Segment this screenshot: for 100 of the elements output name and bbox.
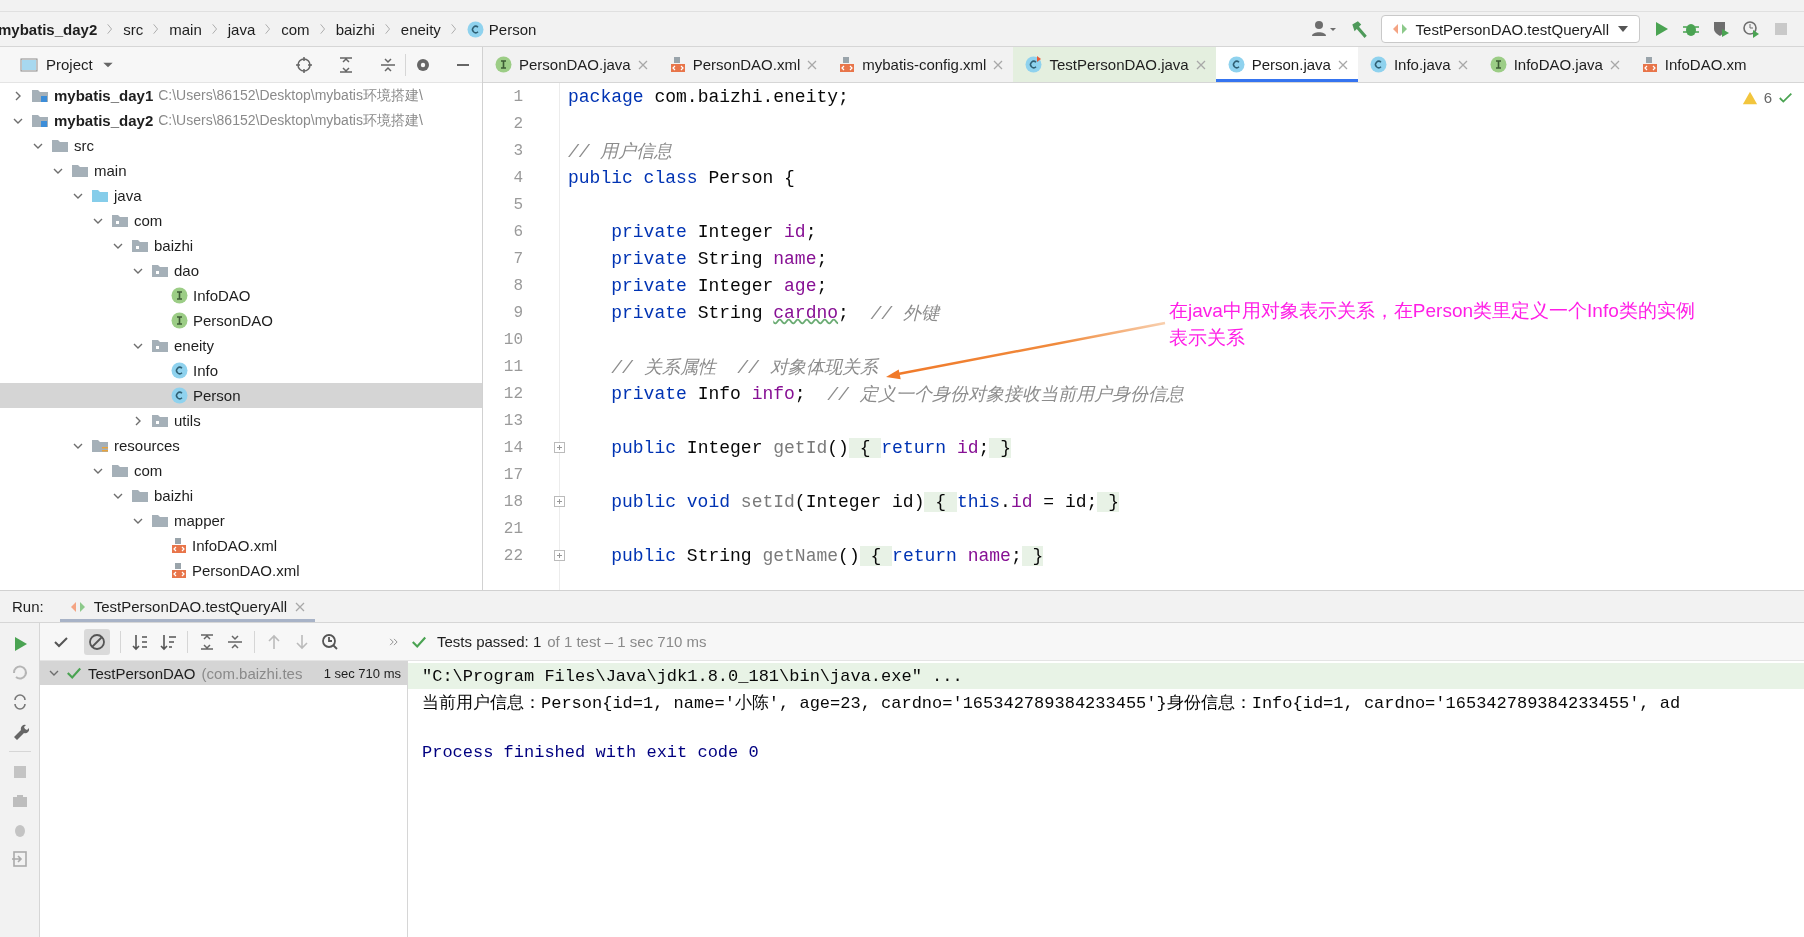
interface-icon — [171, 312, 188, 329]
run-configuration-dropdown[interactable]: TestPersonDAO.testQueryAll — [1380, 15, 1640, 43]
line-number: 22 — [502, 546, 523, 565]
line-number: 13 — [502, 411, 523, 430]
expand-all-icon[interactable] — [337, 55, 355, 74]
tree-item[interactable]: dao — [0, 258, 482, 283]
tree-item[interactable]: src — [0, 133, 482, 158]
passed-check-icon — [66, 665, 82, 681]
tree-item[interactable]: PersonDAO — [0, 308, 482, 333]
line-number: 3 — [512, 141, 523, 160]
line-number: 2 — [512, 114, 523, 133]
target-icon[interactable] — [295, 55, 313, 74]
breadcrumb-item[interactable]: Person — [466, 20, 537, 38]
test-config-icon — [1391, 22, 1408, 36]
breadcrumb-item[interactable]: com — [281, 20, 310, 38]
folder-icon — [131, 488, 149, 503]
code-line: private Integer age; — [610, 274, 828, 298]
tree-item[interactable]: PersonDAO.xml — [0, 558, 482, 583]
code-line: private Info info; // 定义一个身份对象接收当前用户身份信息 — [610, 382, 1184, 407]
sort-duration-icon[interactable] — [159, 632, 177, 651]
ignore-toggle[interactable] — [84, 628, 110, 655]
clock-icon[interactable] — [1742, 20, 1760, 38]
xml-file-icon — [839, 56, 856, 73]
tree-item[interactable]: main — [0, 158, 482, 183]
breadcrumb-item[interactable]: baizhi — [335, 20, 375, 38]
tree-item[interactable]: mybatis_day2 C:\Users\86152\Desktop\mybatis环境搭建\ — [0, 108, 482, 133]
editor-tab[interactable]: Person.java — [1215, 47, 1358, 82]
tree-item[interactable]: baizhi — [0, 483, 482, 508]
fold-plus-icon[interactable] — [554, 496, 565, 507]
line-number: 8 — [512, 276, 523, 295]
annotation-text: 在java中用对象表示关系，在Person类里定义一个Info类的实例 表示关系 — [1169, 299, 1695, 350]
editor-tab[interactable]: Info.java — [1357, 47, 1478, 82]
collapse-all-icon[interactable] — [226, 632, 244, 651]
panel-icon — [20, 55, 38, 74]
panel-title: Run: — [12, 598, 44, 615]
warning-count[interactable]: 6 — [1763, 89, 1772, 106]
close-icon[interactable] — [1337, 59, 1348, 70]
class-icon — [1369, 56, 1387, 73]
tree-item[interactable]: InfoDAO — [0, 283, 482, 308]
editor-tab[interactable]: TestPersonDAO.java — [1013, 47, 1216, 82]
module-folder-icon — [31, 88, 49, 103]
class-icon — [171, 387, 188, 404]
folder-icon — [151, 338, 169, 353]
interface-icon — [495, 56, 512, 73]
shield-icon[interactable] — [1712, 20, 1730, 38]
class-icon — [1025, 56, 1043, 73]
code-line: private Integer id; — [610, 220, 817, 244]
collapse-all-icon[interactable] — [379, 55, 397, 74]
tree-item[interactable]: eneity — [0, 333, 482, 358]
line-number: 11 — [502, 357, 523, 376]
breadcrumb-item[interactable]: eneity — [400, 20, 441, 38]
tests-status: Tests passed: 1 — [437, 633, 542, 650]
editor-tab[interactable]: mybatis-config.xml — [827, 47, 1014, 82]
tree-item[interactable]: baizhi — [0, 233, 482, 258]
test-name: TestPersonDAO — [88, 664, 196, 682]
test-config-icon — [69, 599, 86, 614]
line-number: 10 — [502, 330, 523, 349]
tree-item[interactable]: resources — [0, 433, 482, 458]
module-folder-icon — [31, 113, 49, 128]
folder-icon — [151, 413, 169, 428]
editor-tab[interactable]: InfoDAO.java — [1477, 47, 1630, 82]
tree-item[interactable]: InfoDAO.xml — [0, 533, 482, 558]
fold-plus-icon[interactable] — [554, 442, 565, 453]
tree-item[interactable]: mybatis_day1 C:\Users\86152\Desktop\mybatis环境搭建\ — [0, 83, 482, 108]
tree-item[interactable]: Person — [0, 383, 482, 408]
tree-item[interactable]: utils — [0, 408, 482, 433]
panel-title[interactable]: Project — [46, 56, 93, 73]
code-line: private String cardno; // 外键 — [610, 301, 939, 326]
line-number: 7 — [512, 249, 523, 268]
sort-alpha-icon[interactable] — [131, 632, 149, 651]
breadcrumb-item[interactable]: src — [123, 20, 144, 38]
line-number: 1 — [512, 87, 523, 106]
line-number: 12 — [502, 384, 523, 403]
editor-tab[interactable]: PersonDAO.java — [483, 47, 658, 82]
tree-item[interactable]: java — [0, 183, 482, 208]
breadcrumb-item[interactable]: java — [227, 20, 256, 38]
line-number: 6 — [512, 222, 523, 241]
expand-all-icon[interactable] — [198, 632, 216, 651]
tree-item[interactable]: com — [0, 458, 482, 483]
console-line: Process finished with exit code 0 — [421, 741, 760, 764]
xml-file-icon — [669, 56, 686, 73]
run-tab[interactable]: TestPersonDAO.testQueryAll — [59, 591, 316, 622]
test-duration: 1 sec 710 ms — [323, 665, 402, 681]
tree-item[interactable]: com — [0, 208, 482, 233]
user-icon[interactable] — [1310, 20, 1337, 38]
line-number: 17 — [502, 465, 523, 484]
editor-tab[interactable]: PersonDAO.xml — [657, 47, 828, 82]
editor-tab[interactable]: InfoDAO.xm — [1629, 47, 1757, 82]
breadcrumb-item[interactable]: main — [169, 20, 202, 38]
history-icon[interactable] — [321, 632, 339, 651]
tree-item[interactable]: mapper — [0, 508, 482, 533]
test-result-item[interactable]: TestPersonDAO (com.baizhi.tes 1 sec 710 ms — [40, 661, 407, 685]
line-number: 14 — [502, 438, 523, 457]
tree-item[interactable]: Info — [0, 358, 482, 383]
folder-icon — [71, 163, 89, 178]
folder-icon — [111, 213, 129, 228]
class-icon — [466, 20, 484, 38]
fold-plus-icon[interactable] — [554, 550, 565, 561]
folder-icon — [51, 138, 69, 153]
line-number: 9 — [512, 303, 523, 322]
